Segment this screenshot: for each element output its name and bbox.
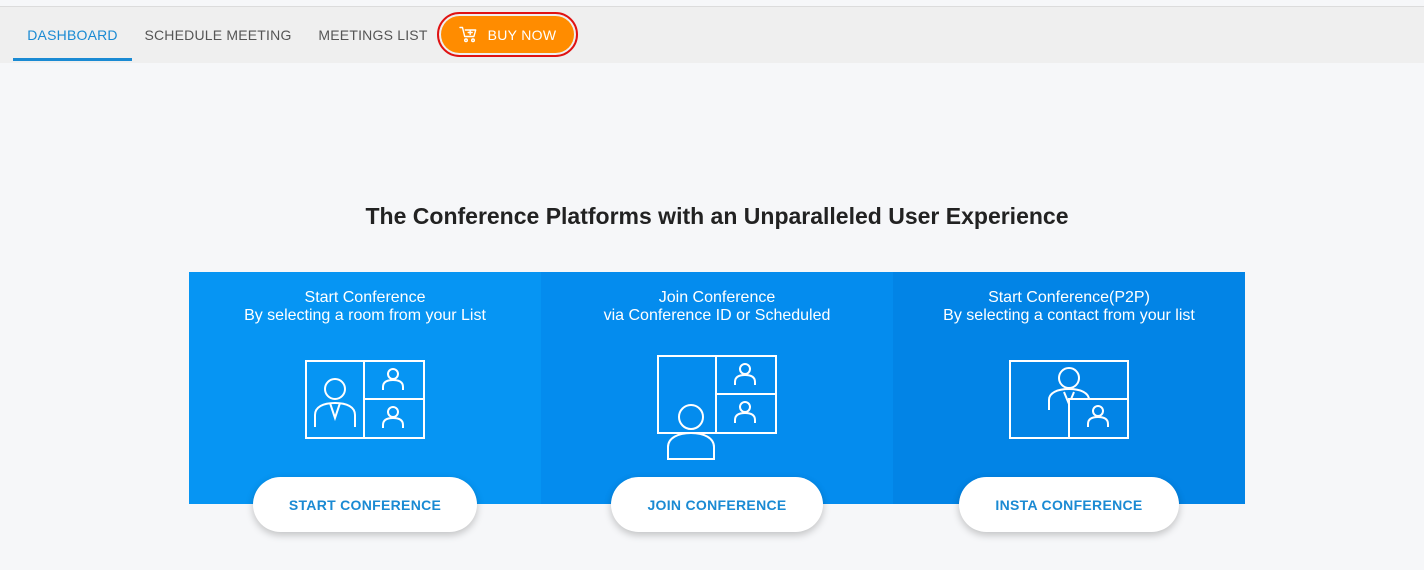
card-subtitle: By selecting a contact from your list: [943, 307, 1195, 324]
page-headline: The Conference Platforms with an Unparal…: [365, 203, 1069, 229]
buy-now-button[interactable]: BUY NOW: [441, 16, 574, 53]
tab-dashboard[interactable]: DASHBOARD: [13, 7, 132, 63]
insta-conference-button[interactable]: INSTA CONFERENCE: [959, 477, 1179, 532]
start-conference-button[interactable]: START CONFERENCE: [253, 477, 477, 532]
card-title: Start Conference(P2P): [988, 289, 1150, 306]
join-conference-button[interactable]: JOIN CONFERENCE: [611, 477, 823, 532]
room-conference-icon: [305, 360, 425, 439]
buy-now-label: BUY NOW: [487, 26, 557, 43]
top-navbar: DASHBOARD SCHEDULE MEETING MEETINGS LIST: [0, 7, 1424, 63]
join-conference-card: Join Conference via Conference ID or Sch…: [541, 272, 893, 504]
tab-meetings-list[interactable]: MEETINGS LIST: [308, 7, 438, 63]
p2p-conference-card: Start Conference(P2P) By selecting a con…: [893, 272, 1245, 504]
card-subtitle: via Conference ID or Scheduled: [603, 307, 831, 324]
tab-schedule-meeting[interactable]: SCHEDULE MEETING: [138, 7, 298, 63]
start-conference-card: Start Conference By selecting a room fro…: [189, 272, 541, 504]
card-subtitle: By selecting a room from your List: [244, 307, 486, 324]
p2p-conference-icon: [1009, 360, 1129, 439]
card-title: Join Conference: [658, 289, 776, 306]
join-conference-icon: [657, 355, 777, 460]
active-tab-indicator: [13, 58, 132, 61]
cart-icon: [458, 26, 477, 43]
card-title: Start Conference: [304, 289, 426, 306]
